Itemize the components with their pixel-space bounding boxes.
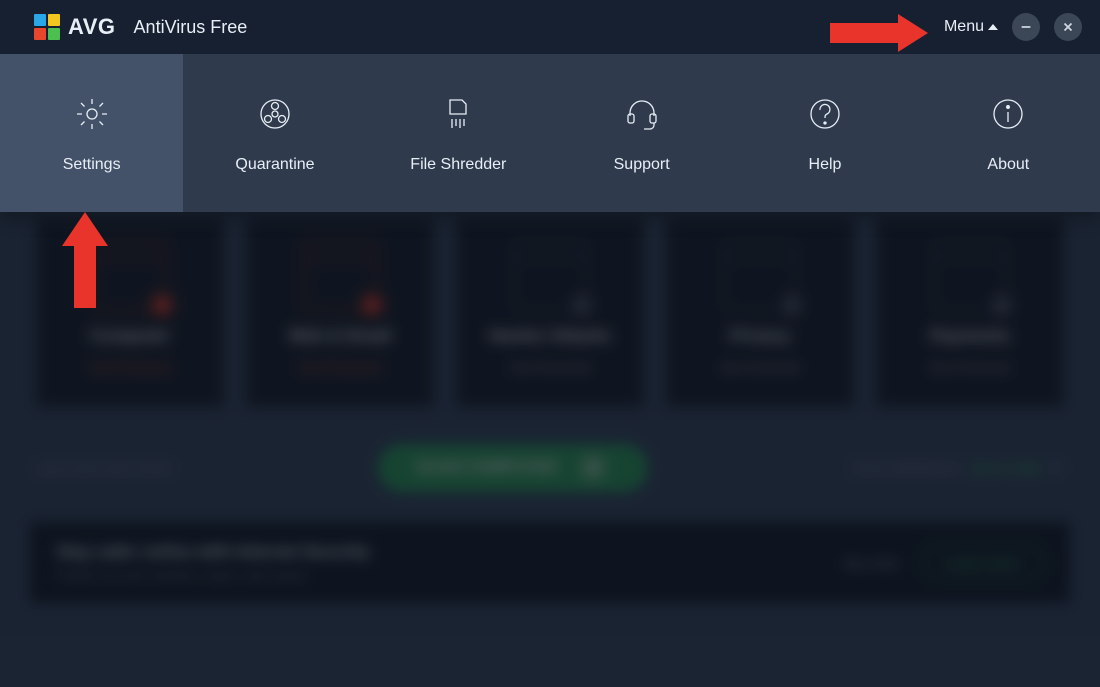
- app-logo: AVG AntiVirus Free: [34, 14, 247, 40]
- menu-item-help[interactable]: Help: [733, 54, 916, 212]
- menu-item-about[interactable]: About: [917, 54, 1100, 212]
- annotation-arrow-settings: [62, 212, 108, 308]
- chevron-up-icon: [988, 24, 998, 30]
- menu-item-quarantine[interactable]: Quarantine: [183, 54, 366, 212]
- gear-icon: [70, 92, 114, 136]
- help-icon: [803, 92, 847, 136]
- product-name: AntiVirus Free: [134, 17, 248, 38]
- titlebar: AVG AntiVirus Free Menu: [0, 0, 1100, 54]
- menu-label: Menu: [944, 18, 984, 36]
- main-menu-panel: Settings Quarantine File Shredder Suppor…: [0, 54, 1100, 212]
- menu-item-settings[interactable]: Settings: [0, 54, 183, 212]
- brand-text: AVG: [68, 14, 116, 40]
- menu-item-label: Support: [614, 156, 670, 174]
- menu-toggle[interactable]: Menu: [944, 18, 998, 36]
- menu-item-label: About: [987, 156, 1029, 174]
- headset-icon: [620, 92, 664, 136]
- minimize-button[interactable]: [1012, 13, 1040, 41]
- biohazard-icon: [253, 92, 297, 136]
- menu-item-label: Quarantine: [235, 156, 314, 174]
- menu-item-label: File Shredder: [410, 156, 506, 174]
- menu-item-support[interactable]: Support: [550, 54, 733, 212]
- menu-item-file-shredder[interactable]: File Shredder: [367, 54, 550, 212]
- avg-logo-icon: [34, 14, 60, 40]
- annotation-arrow-menu: [830, 14, 934, 50]
- shredder-icon: [436, 92, 480, 136]
- menu-item-label: Settings: [63, 156, 121, 174]
- close-button[interactable]: [1054, 13, 1082, 41]
- info-icon: [986, 92, 1030, 136]
- menu-item-label: Help: [809, 156, 842, 174]
